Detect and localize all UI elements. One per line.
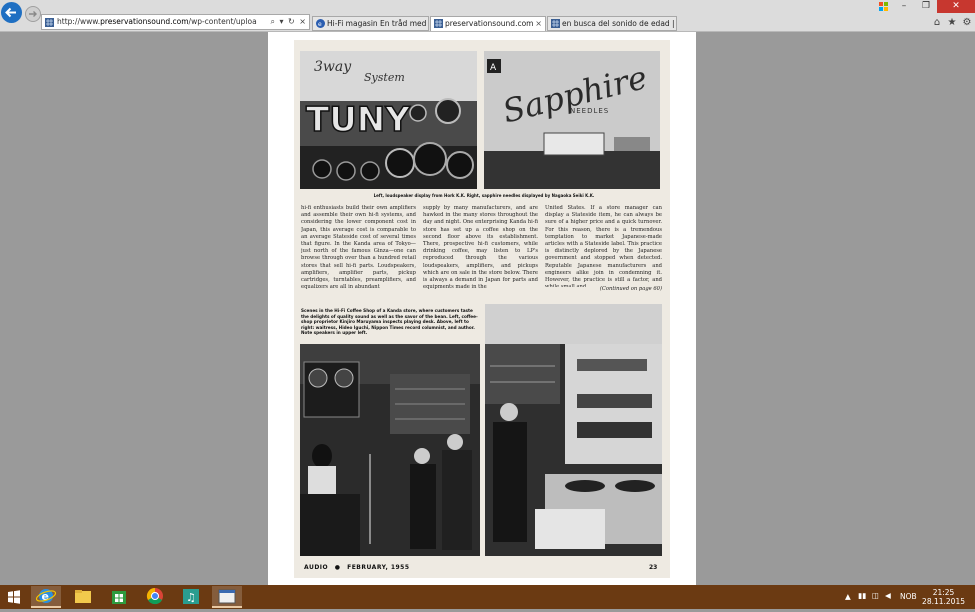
browser-chrome: http://www.preservationsound.com/wp-cont… <box>0 0 975 32</box>
svg-text:NEEDLES: NEEDLES <box>570 107 609 115</box>
windows-taskbar: e ♫ ▲ ▮▮ ◫ ◀ NOB 21:25 28.11.2015 <box>0 585 975 609</box>
tab-close-icon[interactable]: × <box>535 17 542 30</box>
tab-label: preservationsound.com <box>445 19 534 28</box>
svg-text:A: A <box>490 63 497 73</box>
favorites-star-icon[interactable]: ★ <box>946 17 958 29</box>
input-language[interactable]: NOB <box>900 592 917 601</box>
start-button[interactable] <box>0 586 28 608</box>
photo-coffee-shop-people <box>300 344 480 556</box>
url-host: preservationsound.com <box>100 17 189 26</box>
tab-hifi-magasin[interactable]: e Hi-Fi magasin En tråd med ga... <box>312 16 429 31</box>
issue-date: FEBRUARY, 1955 <box>347 564 410 571</box>
arrow-right-icon <box>29 11 37 17</box>
chrome-icon <box>146 587 163 605</box>
clock-date: 28.11.2015 <box>922 597 965 606</box>
store-bag-icon <box>112 591 126 604</box>
loudspeaker-display-graphic: 3way System TUNY <box>300 51 477 189</box>
close-window-button[interactable]: ✕ <box>937 0 975 13</box>
internet-explorer-icon: e <box>35 589 57 603</box>
back-button[interactable] <box>1 2 22 23</box>
svg-text:♫: ♫ <box>186 591 196 604</box>
footer-bullet: ● <box>334 564 341 571</box>
page-footer-left: AUDIO ● FEBRUARY, 1955 <box>304 564 410 571</box>
taskbar-music[interactable]: ♫ <box>176 586 206 608</box>
page-number: 23 <box>649 564 658 571</box>
photo-playing-desk <box>485 304 662 556</box>
store-icon[interactable] <box>877 0 891 13</box>
article-column-3: United States. If a store manager can di… <box>545 205 662 287</box>
article-column-2: supply by many manufacturers, and are ha… <box>423 205 538 291</box>
windows-logo-icon <box>8 590 20 604</box>
taskbar-store[interactable] <box>104 586 134 608</box>
taskbar-internet-explorer[interactable]: e <box>31 586 61 608</box>
arrow-left-icon <box>5 7 16 18</box>
action-center-icon[interactable]: ▮▮ <box>858 591 866 600</box>
minimize-button[interactable]: – <box>893 0 915 13</box>
taskbar-chrome[interactable] <box>140 586 170 608</box>
continued-note: (Continued on page 60) <box>599 286 662 292</box>
taskbar-file-explorer[interactable] <box>68 586 98 608</box>
tab-preservationsound[interactable]: preservationsound.com × <box>430 16 546 31</box>
folder-icon <box>75 590 91 603</box>
coffee-shop-people-graphic <box>300 344 480 556</box>
taskbar-window[interactable] <box>212 586 242 608</box>
tab-favicon-icon: e <box>316 19 325 28</box>
page-favicon-icon <box>45 18 54 27</box>
photo-sapphire-needles: A Sapphire NEEDLES <box>484 51 660 189</box>
network-icon[interactable]: ◫ <box>872 591 879 600</box>
system-tray: ▲ ▮▮ ◫ ◀ NOB 21:25 28.11.2015 <box>845 585 975 609</box>
clock-time: 21:25 <box>932 588 955 597</box>
address-actions[interactable]: ⌕ ▾ ↻ × <box>270 15 307 28</box>
photo-loudspeaker-display: 3way System TUNY <box>300 51 477 189</box>
sapphire-needles-graphic: A Sapphire NEEDLES <box>484 51 660 189</box>
tab-label: en busca del sonido de edad | ... <box>562 19 677 28</box>
tab-label: Hi-Fi magasin En tråd med ga... <box>327 19 428 28</box>
playing-desk-graphic <box>485 304 662 556</box>
restore-button[interactable]: ❐ <box>915 0 937 13</box>
magazine-name: AUDIO <box>304 564 329 571</box>
address-bar[interactable]: http://www.preservationsound.com/wp-cont… <box>41 14 310 30</box>
settings-gear-icon[interactable]: ⚙ <box>961 17 973 29</box>
tray-overflow-icon[interactable]: ▲ <box>845 592 851 601</box>
svg-text:System: System <box>364 71 405 84</box>
app-window-icon <box>218 589 236 604</box>
address-url[interactable]: http://www.preservationsound.com/wp-cont… <box>57 16 257 28</box>
forward-button[interactable] <box>25 6 41 22</box>
music-app-icon: ♫ <box>183 589 199 604</box>
article-column-1: hi-fi enthusiasts build their own amplif… <box>301 205 416 291</box>
tab-favicon-icon <box>434 19 443 28</box>
svg-text:3way: 3way <box>314 59 352 75</box>
svg-text:TUNY: TUNY <box>306 100 410 140</box>
volume-icon[interactable]: ◀ <box>885 591 891 600</box>
tab-en-busca[interactable]: en busca del sonido de edad | ... <box>547 16 677 31</box>
magazine-page-scan: 3way System TUNY A Sapphire NEEDLES Left… <box>294 40 670 578</box>
url-scheme: http://www. <box>57 17 101 26</box>
top-photo-caption: Left, loudspeaker display from Hork K.K.… <box>373 193 595 198</box>
clock[interactable]: 21:25 28.11.2015 <box>922 588 965 606</box>
tab-favicon-icon <box>551 19 560 28</box>
coffee-shop-caption: Scenes in the Hi-Fi Coffee Shop of a Kan… <box>301 308 478 336</box>
url-path: /wp-content/uploads/2011/05/Japan <box>188 17 257 26</box>
svg-text:e: e <box>318 21 322 28</box>
home-icon[interactable]: ⌂ <box>931 17 943 29</box>
